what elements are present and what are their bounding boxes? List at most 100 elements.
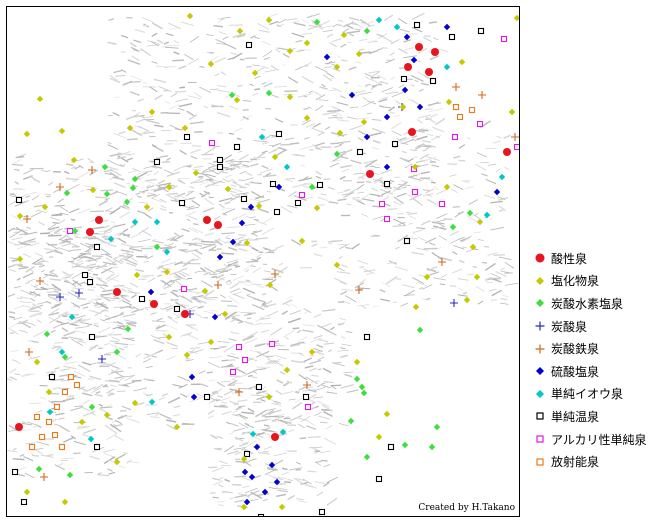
hot-spring-marker-simple bbox=[245, 41, 253, 49]
terrain-stroke bbox=[349, 17, 360, 21]
terrain-stroke bbox=[315, 142, 325, 147]
terrain-stroke bbox=[189, 121, 204, 125]
terrain-stroke bbox=[337, 267, 345, 272]
hot-spring-marker-chloride bbox=[476, 218, 484, 226]
terrain-stroke bbox=[401, 150, 408, 154]
terrain-stroke bbox=[224, 478, 230, 483]
hot-spring-marker-simple bbox=[375, 475, 383, 483]
terrain-stroke bbox=[13, 285, 22, 289]
hot-spring-marker-chloride bbox=[303, 39, 311, 47]
terrain-stroke bbox=[203, 272, 209, 276]
terrain-stroke bbox=[372, 146, 380, 151]
terrain-stroke bbox=[189, 186, 195, 189]
terrain-stroke bbox=[98, 408, 106, 413]
terrain-stroke bbox=[253, 75, 261, 80]
hot-spring-marker-alkaline bbox=[378, 200, 386, 208]
terrain-stroke bbox=[216, 381, 226, 388]
hot-spring-marker-simple bbox=[178, 199, 186, 207]
terrain-stroke bbox=[326, 497, 338, 506]
terrain-stroke bbox=[404, 47, 414, 51]
terrain-stroke bbox=[452, 268, 463, 274]
terrain-stroke bbox=[26, 321, 36, 326]
terrain-stroke bbox=[114, 453, 126, 461]
hot-spring-marker-sulfate bbox=[238, 219, 246, 227]
hot-spring-marker-chloride bbox=[221, 310, 229, 318]
terrain-stroke bbox=[91, 226, 105, 230]
hot-spring-marker-sulfate bbox=[493, 188, 501, 196]
terrain-stroke bbox=[233, 374, 247, 379]
hot-spring-marker-bicarbonate bbox=[43, 330, 51, 338]
terrain-stroke bbox=[137, 98, 144, 102]
terrain-stroke bbox=[329, 77, 335, 80]
terrain-stroke bbox=[457, 278, 469, 281]
map-legend: 酸性泉 塩化物泉 炭酸水素塩泉 炭酸泉 炭酸鉄泉 硫酸塩泉 単純イオウ泉 単純温… bbox=[532, 247, 653, 473]
terrain-stroke bbox=[22, 305, 32, 308]
terrain-stroke bbox=[315, 175, 322, 179]
terrain-stroke bbox=[132, 306, 140, 311]
terrain-stroke bbox=[254, 475, 261, 479]
terrain-stroke bbox=[323, 381, 334, 383]
terrain-stroke bbox=[145, 213, 152, 219]
terrain-stroke bbox=[165, 419, 177, 423]
terrain-stroke bbox=[113, 69, 123, 74]
terrain-stroke bbox=[295, 39, 303, 43]
terrain-stroke bbox=[168, 192, 178, 195]
terrain-stroke bbox=[256, 395, 267, 401]
terrain-stroke bbox=[287, 495, 295, 501]
terrain-stroke bbox=[371, 119, 382, 121]
terrain-stroke bbox=[287, 76, 299, 84]
terrain-stroke bbox=[107, 468, 113, 472]
hot-spring-marker-bicarbonate bbox=[131, 175, 139, 183]
terrain-stroke bbox=[191, 144, 202, 148]
terrain-stroke bbox=[82, 361, 92, 366]
terrain-stroke bbox=[151, 197, 163, 203]
terrain-stroke bbox=[345, 330, 353, 333]
terrain-stroke bbox=[486, 281, 493, 284]
terrain-stroke bbox=[250, 499, 259, 501]
terrain-stroke bbox=[121, 34, 129, 39]
terrain-stroke bbox=[135, 353, 142, 358]
terrain-stroke bbox=[228, 179, 234, 182]
terrain-stroke bbox=[165, 46, 179, 49]
terrain-stroke bbox=[109, 191, 119, 196]
terrain-stroke bbox=[74, 405, 84, 408]
terrain-stroke bbox=[319, 337, 329, 344]
hot-spring-marker-sulfur bbox=[498, 173, 506, 181]
hot-spring-marker-chloride bbox=[23, 488, 31, 496]
terrain-stroke bbox=[485, 178, 497, 185]
terrain-stroke bbox=[30, 211, 42, 218]
terrain-stroke bbox=[274, 118, 284, 123]
terrain-stroke bbox=[299, 164, 306, 167]
terrain-stroke bbox=[261, 150, 268, 154]
terrain-stroke bbox=[315, 461, 322, 463]
terrain-stroke bbox=[70, 406, 83, 412]
terrain-stroke bbox=[107, 159, 119, 166]
terrain-stroke bbox=[432, 126, 445, 133]
terrain-stroke bbox=[251, 190, 261, 198]
terrain-stroke bbox=[341, 343, 352, 347]
terrain-stroke bbox=[377, 179, 383, 183]
terrain-stroke bbox=[114, 342, 128, 346]
terrain-stroke bbox=[224, 445, 235, 453]
terrain-stroke bbox=[487, 163, 497, 166]
orange-plus-icon bbox=[532, 341, 548, 357]
terrain-stroke bbox=[372, 216, 384, 220]
terrain-stroke bbox=[77, 364, 91, 373]
terrain-stroke bbox=[174, 128, 183, 131]
hot-spring-marker-alkaline bbox=[241, 356, 249, 364]
terrain-stroke bbox=[311, 127, 325, 134]
terrain-stroke bbox=[329, 326, 335, 331]
hot-spring-marker-simple bbox=[429, 77, 437, 85]
terrain-stroke bbox=[291, 239, 302, 246]
terrain-stroke bbox=[427, 133, 434, 137]
terrain-stroke bbox=[188, 290, 199, 294]
hot-spring-marker-alkaline bbox=[229, 368, 237, 376]
terrain-stroke bbox=[200, 267, 206, 272]
terrain-stroke bbox=[355, 61, 362, 64]
terrain-stroke bbox=[270, 64, 280, 72]
terrain-stroke bbox=[215, 398, 221, 402]
hot-spring-marker-radioactive bbox=[73, 381, 81, 389]
terrain-stroke bbox=[229, 191, 237, 193]
terrain-stroke bbox=[227, 295, 240, 304]
hot-spring-marker-sulfur bbox=[148, 398, 156, 406]
